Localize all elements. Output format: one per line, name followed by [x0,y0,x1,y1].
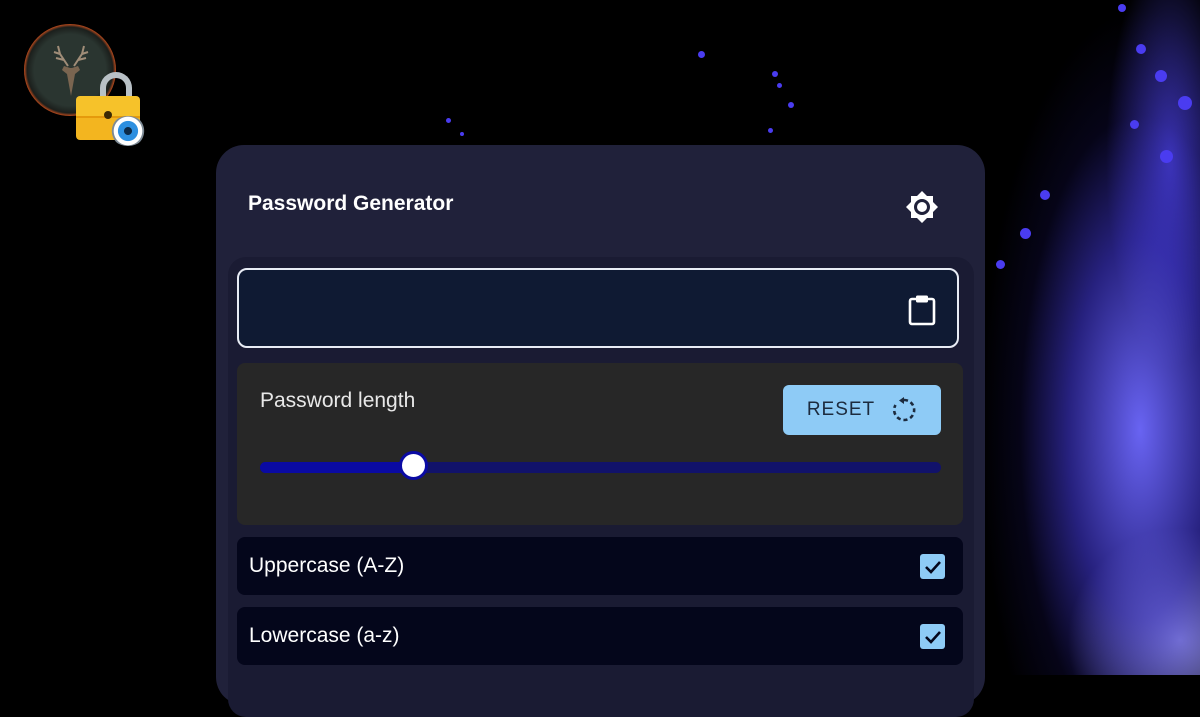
option-label: Lowercase (a-z) [249,624,400,647]
slider-fill [260,462,414,473]
copy-button[interactable] [907,294,937,326]
refresh-icon [893,397,916,422]
reset-button[interactable]: RESET [783,385,941,435]
password-length-label: Password length [260,389,416,412]
password-output[interactable] [253,288,897,330]
brightness-icon [906,191,938,223]
checkmark-icon [924,560,941,574]
option-label: Uppercase (A-Z) [249,554,405,577]
checkmark-icon [924,630,941,644]
option-uppercase[interactable]: Uppercase (A-Z) [237,537,963,595]
eye-icon [110,116,146,146]
password-output-field [237,268,959,348]
keyhole [104,111,112,119]
slider-thumb[interactable] [399,451,429,480]
uppercase-checkbox[interactable] [920,554,945,579]
app-logo [24,24,154,149]
generator-body: Password length RESET Uppercase (A-Z) Lo… [228,257,974,717]
reset-button-label: RESET [806,399,876,420]
password-length-slider[interactable] [260,451,941,480]
theme-toggle-button[interactable] [905,190,939,224]
option-lowercase[interactable]: Lowercase (a-z) [237,607,963,665]
page-title: Password Generator [248,192,454,215]
lowercase-checkbox[interactable] [920,624,945,649]
password-length-card: Password length RESET [237,363,963,525]
deer-icon [53,45,89,96]
clipboard-icon [908,295,936,326]
password-generator-panel: Password Generator Password length RESET [216,145,985,717]
